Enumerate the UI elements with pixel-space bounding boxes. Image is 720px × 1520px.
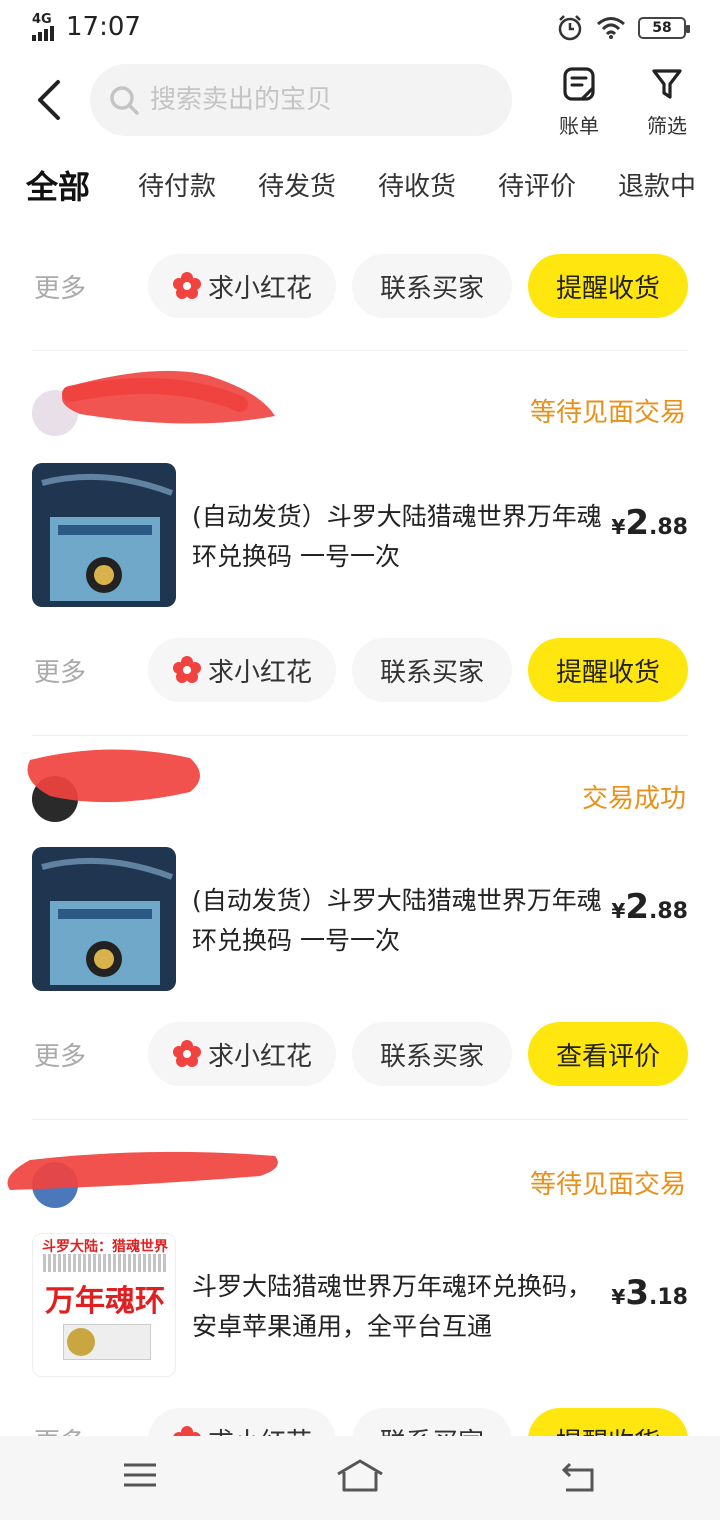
order-status: 等待见面交易 (529, 1170, 686, 1200)
filter-button[interactable]: 筛选 (632, 66, 702, 139)
contact-buyer-button[interactable]: 联系买家 (352, 254, 512, 318)
tab-label: 待评价 (498, 172, 577, 202)
bill-button[interactable]: 账单 (544, 66, 614, 139)
item-title: (自动发货）斗罗大陆猎魂世界万年魂环兑换码 一号一次 (192, 886, 602, 955)
order-actions: 更多 求小红花 联系买家 提醒收货 (0, 638, 720, 708)
seller-row: 等待见面交易 (0, 370, 720, 444)
request-flower-button[interactable]: 求小红花 (148, 638, 336, 702)
item-price: ¥2.88 (611, 887, 688, 927)
item-thumbnail (32, 847, 176, 991)
contact-buyer-button[interactable]: 联系买家 (352, 638, 512, 702)
order-item[interactable]: (自动发货）斗罗大陆猎魂世界万年魂环兑换码 一号一次 ¥2.88 (0, 847, 720, 993)
tab-refunding[interactable]: 退款中 (618, 166, 696, 203)
red-flower-icon (172, 1040, 201, 1067)
order-tabs: 全部 待付款 待发货 待收货 待评价 退款中 (0, 160, 720, 220)
tab-label: 全部 (26, 168, 91, 206)
remind-receipt-button[interactable]: 提醒收货 (528, 254, 688, 318)
order-actions: 更多 求小红花 联系买家 查看评价 (0, 1022, 720, 1092)
network-type: 4G (32, 12, 52, 27)
system-nav-bar (0, 1436, 720, 1520)
request-flower-button[interactable]: 求小红花 (148, 254, 336, 318)
tab-pending-shipment[interactable]: 待发货 (258, 166, 336, 203)
tab-label: 待发货 (258, 172, 337, 202)
redaction-scribble (7, 1151, 278, 1190)
more-button[interactable]: 更多 (34, 1036, 86, 1073)
item-price: ¥2.88 (611, 503, 688, 543)
bill-label: 账单 (559, 114, 599, 138)
tab-pending-review[interactable]: 待评价 (498, 166, 576, 203)
home-icon[interactable] (336, 1458, 384, 1494)
divider (32, 350, 688, 351)
battery-indicator: 58 (638, 17, 690, 39)
status-bar: 4G 17:07 58 (0, 0, 720, 56)
wifi-icon (597, 17, 625, 39)
item-thumbnail: 斗罗大陆：猎魂世界 万年魂环 (32, 1233, 176, 1377)
seller-row: 等待见面交易 (0, 1151, 720, 1216)
divider (32, 1119, 688, 1120)
bill-icon (563, 67, 595, 101)
item-title: 斗罗大陆猎魂世界万年魂环兑换码，安卓苹果通用，全平台互通 (192, 1272, 593, 1341)
order-item[interactable]: 斗罗大陆：猎魂世界 万年魂环 斗罗大陆猎魂世界万年魂环兑换码，安卓苹果通用，全平… (0, 1233, 720, 1379)
header: 账单 筛选 (0, 60, 720, 144)
flower-label: 求小红花 (207, 657, 312, 688)
thumb-top-text: 斗罗大陆：猎魂世界 (42, 1239, 168, 1255)
back-icon[interactable] (560, 1462, 598, 1494)
search-bar[interactable] (90, 64, 512, 136)
red-flower-icon (172, 656, 201, 683)
seller-row: 交易成功 (0, 749, 720, 830)
tab-label: 待付款 (138, 172, 217, 202)
tab-pending-receipt[interactable]: 待收货 (378, 166, 456, 203)
battery-level: 58 (652, 20, 672, 36)
tab-pending-payment[interactable]: 待付款 (138, 166, 216, 203)
menu-icon[interactable] (122, 1460, 158, 1490)
tab-label: 待收货 (378, 172, 457, 202)
redaction-scribble (27, 749, 200, 803)
item-price: ¥3.18 (611, 1273, 688, 1313)
redaction-scribble (62, 370, 275, 424)
tab-all[interactable]: 全部 (26, 162, 91, 208)
tab-label: 退款中 (618, 172, 697, 202)
flower-label: 求小红花 (207, 1041, 312, 1072)
filter-icon (652, 69, 682, 99)
contact-buyer-button[interactable]: 联系买家 (352, 1022, 512, 1086)
filter-label: 筛选 (647, 114, 687, 138)
back-arrow-icon[interactable] (30, 78, 74, 122)
order-status: 交易成功 (581, 784, 686, 814)
order-status: 等待见面交易 (529, 398, 686, 428)
view-review-button[interactable]: 查看评价 (528, 1022, 688, 1086)
request-flower-button[interactable]: 求小红花 (148, 1022, 336, 1086)
flower-label: 求小红花 (207, 273, 312, 304)
item-thumbnail (32, 463, 176, 607)
divider (32, 735, 688, 736)
more-button[interactable]: 更多 (34, 268, 86, 305)
order-item[interactable]: (自动发货）斗罗大陆猎魂世界万年魂环兑换码 一号一次 ¥2.88 (0, 463, 720, 609)
clock: 17:07 (66, 12, 141, 42)
item-title: (自动发货）斗罗大陆猎魂世界万年魂环兑换码 一号一次 (192, 502, 602, 571)
signal-icon: 4G (30, 13, 60, 41)
more-button[interactable]: 更多 (34, 652, 86, 689)
remind-receipt-button[interactable]: 提醒收货 (528, 638, 688, 702)
order-actions: 更多 求小红花 联系买家 提醒收货 (0, 254, 720, 324)
red-flower-icon (172, 272, 201, 299)
alarm-icon (558, 15, 582, 41)
search-icon (110, 86, 139, 115)
thumb-main-text: 万年魂环 (45, 1284, 165, 1319)
search-input[interactable] (150, 85, 470, 115)
